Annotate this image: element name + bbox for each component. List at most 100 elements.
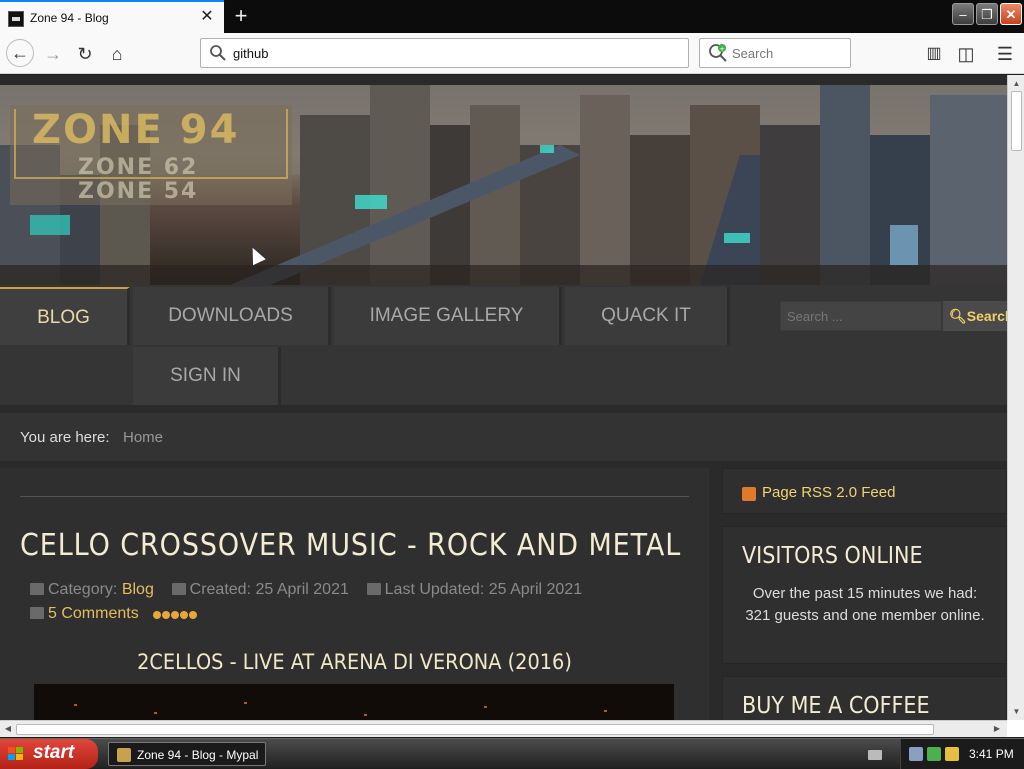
rss-icon bbox=[742, 487, 756, 501]
rating-star-icon[interactable] bbox=[171, 611, 180, 619]
created-date: Created: 25 April 2021 bbox=[189, 581, 349, 598]
search-placeholder: Search bbox=[732, 46, 774, 61]
rating-star-icon[interactable] bbox=[189, 611, 198, 619]
search-engine-icon: + bbox=[709, 44, 727, 62]
forward-arrow-icon[interactable]: → bbox=[40, 41, 66, 67]
scroll-up-arrow-icon[interactable]: ▲ bbox=[1010, 77, 1023, 90]
keyboard-icon[interactable] bbox=[868, 750, 882, 760]
divider bbox=[20, 496, 689, 497]
logo-quadrant bbox=[8, 747, 15, 753]
site-search-input[interactable]: Search ... bbox=[780, 301, 942, 331]
start-button[interactable]: start bbox=[0, 739, 98, 769]
site-logo[interactable]: ZONE 94 ZONE 62 ZONE 54 bbox=[10, 105, 292, 205]
magnifier-icon: 🔍︎ bbox=[949, 308, 967, 324]
logo-subtitle-2: ZONE 54 bbox=[78, 179, 199, 204]
comments-link[interactable]: 5 Comments bbox=[48, 605, 139, 622]
visitors-module: VISITORS ONLINE Over the past 15 minutes… bbox=[722, 526, 1007, 664]
video-frame-light bbox=[604, 710, 607, 712]
tab-zone94[interactable]: Zone 94 - Blog ✕ bbox=[0, 0, 224, 33]
breadcrumb-home-link[interactable]: Home bbox=[123, 429, 163, 446]
tab-strip: Zone 94 - Blog ✕ + – ❐ ✕ bbox=[0, 0, 1024, 33]
tab-title: Zone 94 - Blog bbox=[30, 11, 109, 25]
article-meta: Category: Blog Created: 25 April 2021 La… bbox=[30, 581, 582, 599]
rating-stars[interactable] bbox=[153, 606, 198, 624]
network-icon[interactable] bbox=[909, 747, 923, 761]
menu-item-blog[interactable]: BLOG bbox=[0, 287, 130, 345]
site-search-button-label: Search bbox=[966, 308, 1007, 324]
browser-app-icon bbox=[117, 748, 131, 762]
taskbar: start Zone 94 - Blog - Mypal 3:41 PM bbox=[0, 738, 1024, 769]
video-embed[interactable] bbox=[34, 684, 674, 720]
video-frame-light bbox=[364, 714, 367, 716]
rating-star-icon[interactable] bbox=[153, 611, 162, 619]
browser-search-field[interactable]: + Search bbox=[699, 38, 851, 68]
vertical-scroll-thumb[interactable] bbox=[1011, 91, 1022, 151]
video-subtitle: 2CELLOS - LIVE AT ARENA DI VERONA (2016) bbox=[137, 650, 572, 674]
article-meta-2: 5 Comments bbox=[30, 605, 198, 624]
breadcrumb-label: You are here: bbox=[20, 429, 110, 446]
scroll-right-arrow-icon[interactable]: ▶ bbox=[991, 723, 1003, 735]
scroll-down-arrow-icon[interactable]: ▼ bbox=[1010, 705, 1023, 718]
page-viewport: ZONE 94 ZONE 62 ZONE 54 BLOG DOWNLOADS I… bbox=[0, 75, 1007, 720]
address-bar[interactable]: github bbox=[200, 38, 689, 68]
coffee-title: BUY ME A COFFEE bbox=[742, 693, 930, 719]
menu-item-quack-it[interactable]: QUACK IT bbox=[565, 287, 730, 345]
new-tab-plus-icon[interactable]: + bbox=[228, 3, 254, 29]
taskbar-window-label: Zone 94 - Blog - Mypal bbox=[137, 748, 259, 762]
calendar-edit-icon bbox=[366, 583, 381, 595]
reload-icon[interactable]: ↻ bbox=[72, 41, 98, 67]
video-frame-light bbox=[154, 712, 157, 714]
back-arrow-icon[interactable]: ← bbox=[6, 39, 34, 67]
hamburger-menu-icon[interactable]: ☰ bbox=[992, 41, 1018, 67]
logo-title: ZONE 94 bbox=[32, 107, 240, 153]
windows-logo-icon bbox=[8, 747, 24, 761]
svg-text:+: + bbox=[719, 45, 725, 53]
category-link[interactable]: Blog bbox=[122, 581, 154, 598]
minimize-button[interactable]: – bbox=[952, 3, 974, 25]
close-window-button[interactable]: ✕ bbox=[1000, 3, 1022, 25]
menu-item-sign-in[interactable]: SIGN IN bbox=[133, 347, 281, 405]
navigation-toolbar: ← → ↻ ⌂ github + Search ▥ ◫ ☰ bbox=[0, 33, 1024, 74]
folder-icon bbox=[30, 583, 44, 595]
comment-icon bbox=[30, 607, 44, 619]
video-frame-light bbox=[484, 706, 487, 708]
sidebar-toggle-icon[interactable]: ◫ bbox=[953, 41, 979, 67]
start-label: start bbox=[33, 742, 75, 763]
address-text: github bbox=[233, 46, 269, 61]
library-icon[interactable]: ▥ bbox=[921, 41, 947, 67]
visitors-title: VISITORS ONLINE bbox=[742, 543, 923, 569]
video-frame-light bbox=[74, 704, 77, 706]
category-label: Category: bbox=[48, 581, 118, 598]
horizontal-scrollbar[interactable]: ◀ ▶ bbox=[0, 720, 1007, 737]
coffee-module: BUY ME A COFFEE bbox=[722, 676, 1007, 720]
home-icon[interactable]: ⌂ bbox=[104, 41, 130, 67]
horizontal-scroll-thumb[interactable] bbox=[16, 724, 934, 735]
search-icon bbox=[210, 45, 226, 61]
restore-button[interactable]: ❐ bbox=[976, 3, 998, 25]
logo-quadrant bbox=[16, 747, 23, 753]
menu-item-image-gallery[interactable]: IMAGE GALLERY bbox=[334, 287, 562, 345]
logo-quadrant bbox=[16, 754, 23, 760]
shield-icon[interactable] bbox=[945, 747, 959, 761]
site-search-button[interactable]: 🔍︎Search bbox=[943, 301, 1007, 331]
rss-module: Page RSS 2.0 Feed bbox=[722, 468, 1007, 514]
rating-star-icon[interactable] bbox=[162, 611, 171, 619]
breadcrumb: You are here: Home bbox=[0, 413, 1007, 461]
security-icon[interactable] bbox=[927, 747, 941, 761]
article: CELLO CROSSOVER MUSIC - ROCK AND METAL C… bbox=[0, 468, 709, 720]
video-frame-light bbox=[244, 702, 247, 704]
site-banner: ZONE 94 ZONE 62 ZONE 54 bbox=[0, 85, 1007, 285]
article-title[interactable]: CELLO CROSSOVER MUSIC - ROCK AND METAL bbox=[20, 528, 681, 563]
clock[interactable]: 3:41 PM bbox=[969, 747, 1014, 761]
scrollbar-corner bbox=[1007, 720, 1024, 737]
vertical-scrollbar[interactable]: ▲ ▼ bbox=[1007, 75, 1024, 720]
logo-subtitle-1: ZONE 62 bbox=[78, 155, 199, 180]
rss-feed-link[interactable]: Page RSS 2.0 Feed bbox=[762, 484, 895, 501]
scroll-left-arrow-icon[interactable]: ◀ bbox=[2, 723, 14, 735]
taskbar-window-button[interactable]: Zone 94 - Blog - Mypal bbox=[108, 742, 266, 766]
rating-star-icon[interactable] bbox=[180, 611, 189, 619]
site-favicon-icon bbox=[8, 11, 24, 27]
tab-close-icon[interactable]: ✕ bbox=[199, 8, 215, 26]
logo-quadrant bbox=[8, 754, 15, 760]
menu-item-downloads[interactable]: DOWNLOADS bbox=[133, 287, 331, 345]
